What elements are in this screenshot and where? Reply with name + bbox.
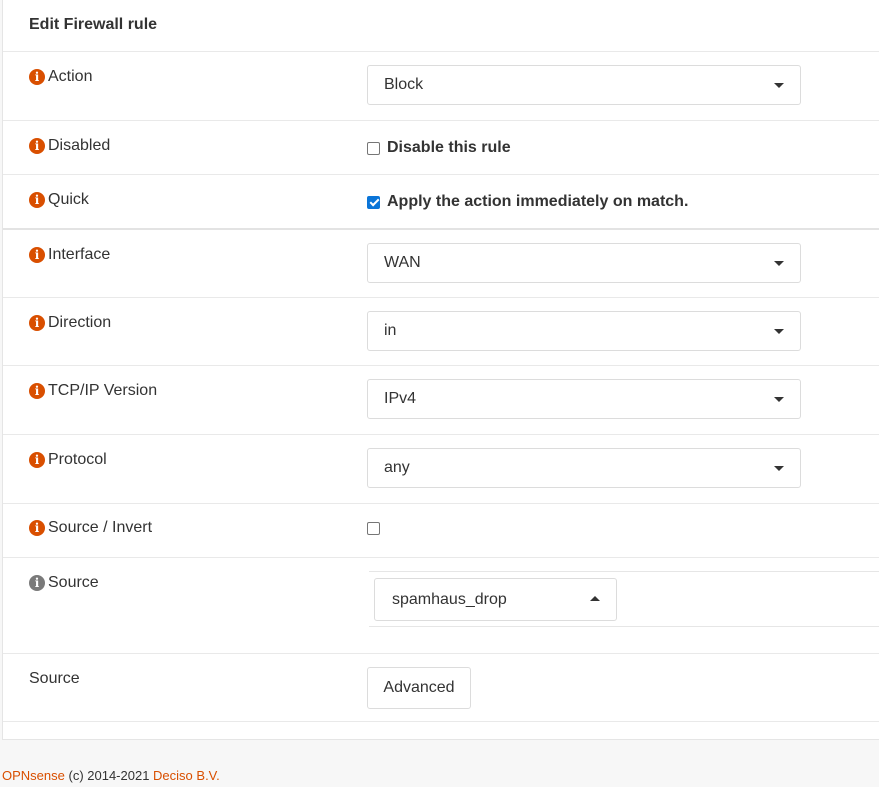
footer-product-link[interactable]: OPNsense (2, 768, 65, 783)
footer: OPNsense (c) 2014-2021 Deciso B.V. (2, 768, 220, 783)
action-label: i Action (29, 68, 92, 86)
caret-down-icon (774, 329, 784, 334)
quick-label: i Quick (29, 191, 89, 209)
source-label: i Source (29, 574, 99, 592)
disabled-label: i Disabled (29, 137, 110, 155)
caret-down-icon (774, 397, 784, 402)
source-select-container: spamhaus_drop (369, 571, 879, 627)
row-quick: i Quick Apply the action immediately on … (3, 174, 879, 229)
info-icon[interactable]: i (29, 383, 45, 399)
caret-down-icon (774, 261, 784, 266)
interface-label: i Interface (29, 246, 110, 264)
advanced-button[interactable]: Advanced (367, 667, 471, 709)
protocol-select[interactable]: any (367, 448, 801, 488)
source-select[interactable]: spamhaus_drop (374, 578, 617, 621)
disable-rule-checkbox[interactable] (367, 141, 380, 155)
edit-firewall-rule-panel: Edit Firewall rule i Action Block i Disa… (2, 0, 879, 740)
source-invert-checkbox-wrap[interactable] (367, 522, 387, 535)
panel-title: Edit Firewall rule (29, 16, 158, 33)
action-select[interactable]: Block (367, 65, 801, 105)
footer-copyright: (c) 2014-2021 (64, 768, 154, 783)
info-icon[interactable]: i (29, 452, 45, 468)
info-icon[interactable]: i (29, 315, 45, 331)
info-icon[interactable]: i (29, 247, 45, 263)
quick-checkbox-wrap[interactable]: Apply the action immediately on match. (367, 193, 688, 211)
info-icon[interactable]: i (29, 192, 45, 208)
direction-label: i Direction (29, 314, 111, 332)
row-interface: i Interface WAN (3, 228, 879, 299)
direction-select[interactable]: in (367, 311, 801, 351)
caret-down-icon (774, 466, 784, 471)
row-direction: i Direction in (3, 297, 879, 366)
row-divider (3, 721, 879, 722)
source-invert-label: i Source / Invert (29, 519, 152, 537)
protocol-label: i Protocol (29, 451, 107, 469)
caret-up-icon (590, 596, 600, 601)
footer-company-link[interactable]: Deciso B.V. (153, 768, 220, 783)
caret-down-icon (774, 83, 784, 88)
ip-version-label: i TCP/IP Version (29, 382, 157, 400)
source-invert-checkbox[interactable] (367, 522, 380, 535)
row-protocol: i Protocol any (3, 434, 879, 504)
info-icon[interactable]: i (29, 138, 45, 154)
info-icon[interactable]: i (29, 69, 45, 85)
info-icon[interactable]: i (29, 575, 45, 591)
interface-select[interactable]: WAN (367, 243, 801, 283)
row-ip-version: i TCP/IP Version IPv4 (3, 365, 879, 435)
row-disabled: i Disabled Disable this rule (3, 120, 879, 175)
row-action: i Action Block (3, 51, 879, 121)
source-advanced-label: Source (29, 670, 80, 687)
ip-version-select[interactable]: IPv4 (367, 379, 801, 419)
disable-rule-checkbox-wrap[interactable]: Disable this rule (367, 139, 511, 157)
info-icon[interactable]: i (29, 520, 45, 536)
quick-checkbox[interactable] (367, 195, 380, 209)
row-source-invert: i Source / Invert (3, 503, 879, 558)
